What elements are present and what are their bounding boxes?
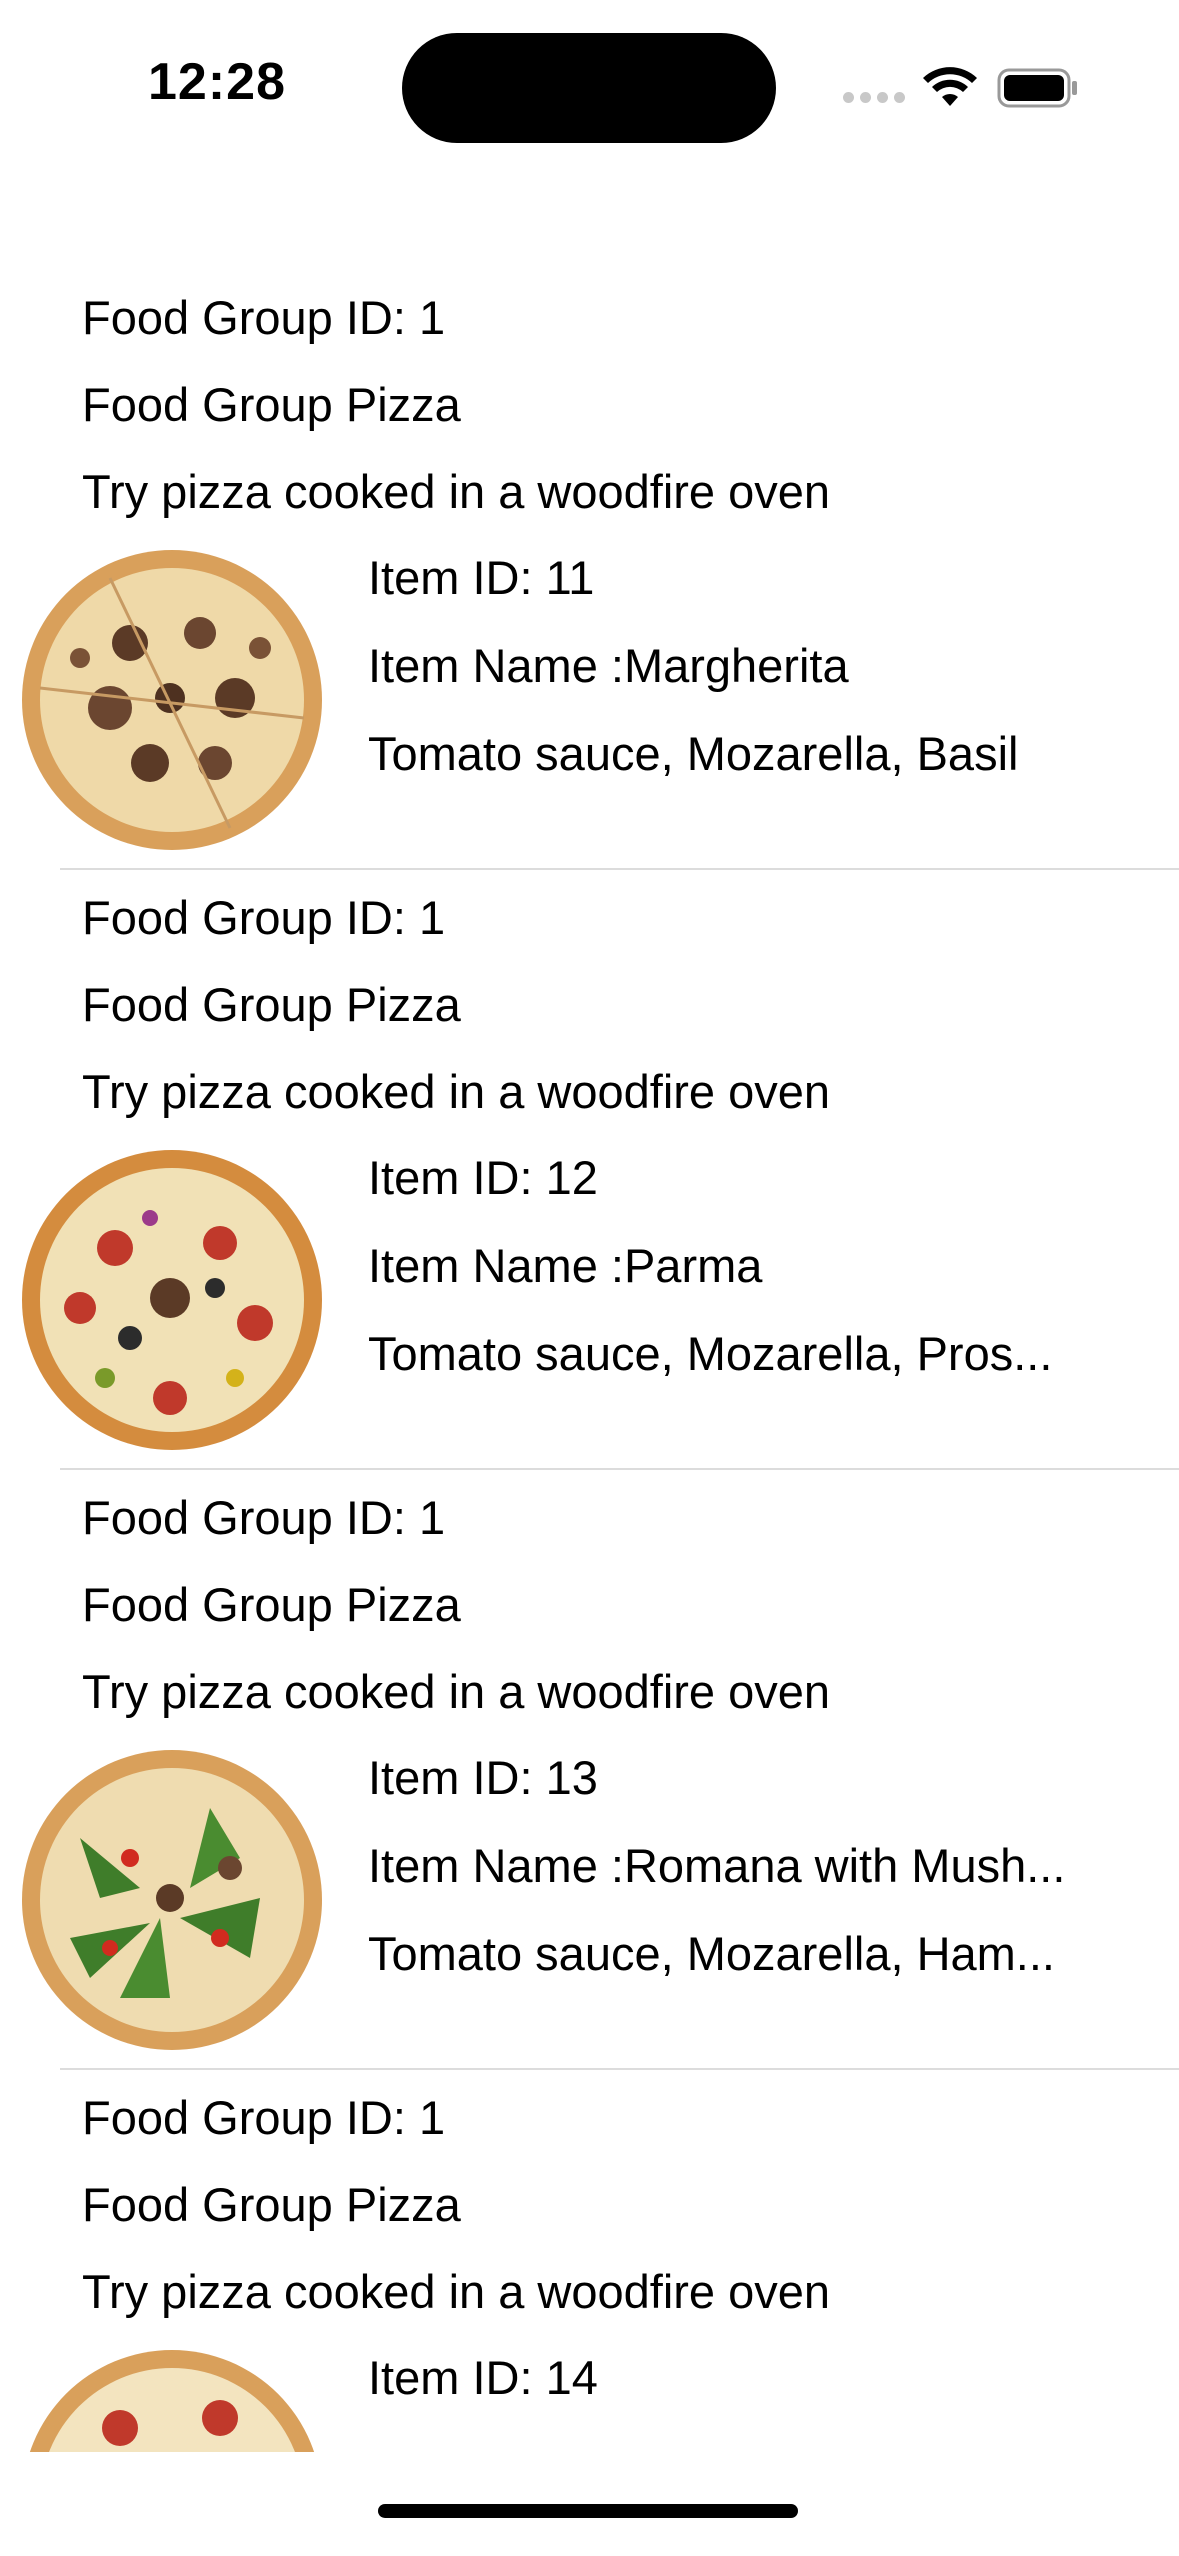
wifi-icon [923, 67, 977, 106]
food-group-description: Try pizza cooked in a woodfire oven [82, 1665, 831, 1718]
food-group-id: Food Group ID: 1 [82, 2091, 446, 2144]
dynamic-island [402, 33, 776, 143]
status-bar: 12:28 [0, 0, 1179, 170]
food-group-name: Food Group Pizza [82, 1578, 461, 1631]
item-description: Tomato sauce, Mozarella, Ham... [368, 1927, 1055, 1980]
food-group-id: Food Group ID: 1 [82, 1491, 446, 1544]
pizza-image [20, 1748, 324, 2052]
pizza-image [20, 1148, 324, 1452]
pizza-image [20, 548, 324, 852]
pizza-image [20, 2348, 324, 2452]
food-group-description: Try pizza cooked in a woodfire oven [82, 1065, 831, 1118]
cellular-signal-icon [843, 92, 905, 103]
item-name: Item Name :Margherita [368, 639, 849, 692]
food-group-id: Food Group ID: 1 [82, 891, 446, 944]
food-group-id: Food Group ID: 1 [82, 291, 446, 344]
item-name: Item Name :Parma [368, 1239, 763, 1292]
list-item[interactable]: Food Group ID: 1 Food Group Pizza Try pi… [0, 2070, 1179, 2452]
food-group-description: Try pizza cooked in a woodfire oven [82, 2265, 831, 2318]
food-group-name: Food Group Pizza [82, 378, 461, 431]
list-item[interactable]: Food Group ID: 1 Food Group Pizza Try pi… [0, 270, 1179, 870]
battery-icon [997, 68, 1077, 108]
food-items-list[interactable]: Food Group ID: 1 Food Group Pizza Try pi… [0, 270, 1179, 2452]
item-description: Tomato sauce, Mozarella, Pros... [368, 1327, 1053, 1380]
item-id: Item ID: 13 [368, 1751, 598, 1804]
item-id: Item ID: 11 [368, 551, 595, 604]
item-id: Item ID: 14 [368, 2351, 598, 2404]
list-item[interactable]: Food Group ID: 1 Food Group Pizza Try pi… [0, 1470, 1179, 2070]
item-id: Item ID: 12 [368, 1151, 598, 1204]
food-group-name: Food Group Pizza [82, 2178, 461, 2231]
home-indicator[interactable] [378, 2504, 798, 2518]
food-group-name: Food Group Pizza [82, 978, 461, 1031]
item-name: Item Name :Romana with Mush... [368, 1839, 1066, 1892]
status-time: 12:28 [148, 53, 286, 111]
list-item[interactable]: Food Group ID: 1 Food Group Pizza Try pi… [0, 870, 1179, 1470]
item-description: Tomato sauce, Mozarella, Basil [368, 727, 1019, 780]
food-group-description: Try pizza cooked in a woodfire oven [82, 465, 831, 518]
